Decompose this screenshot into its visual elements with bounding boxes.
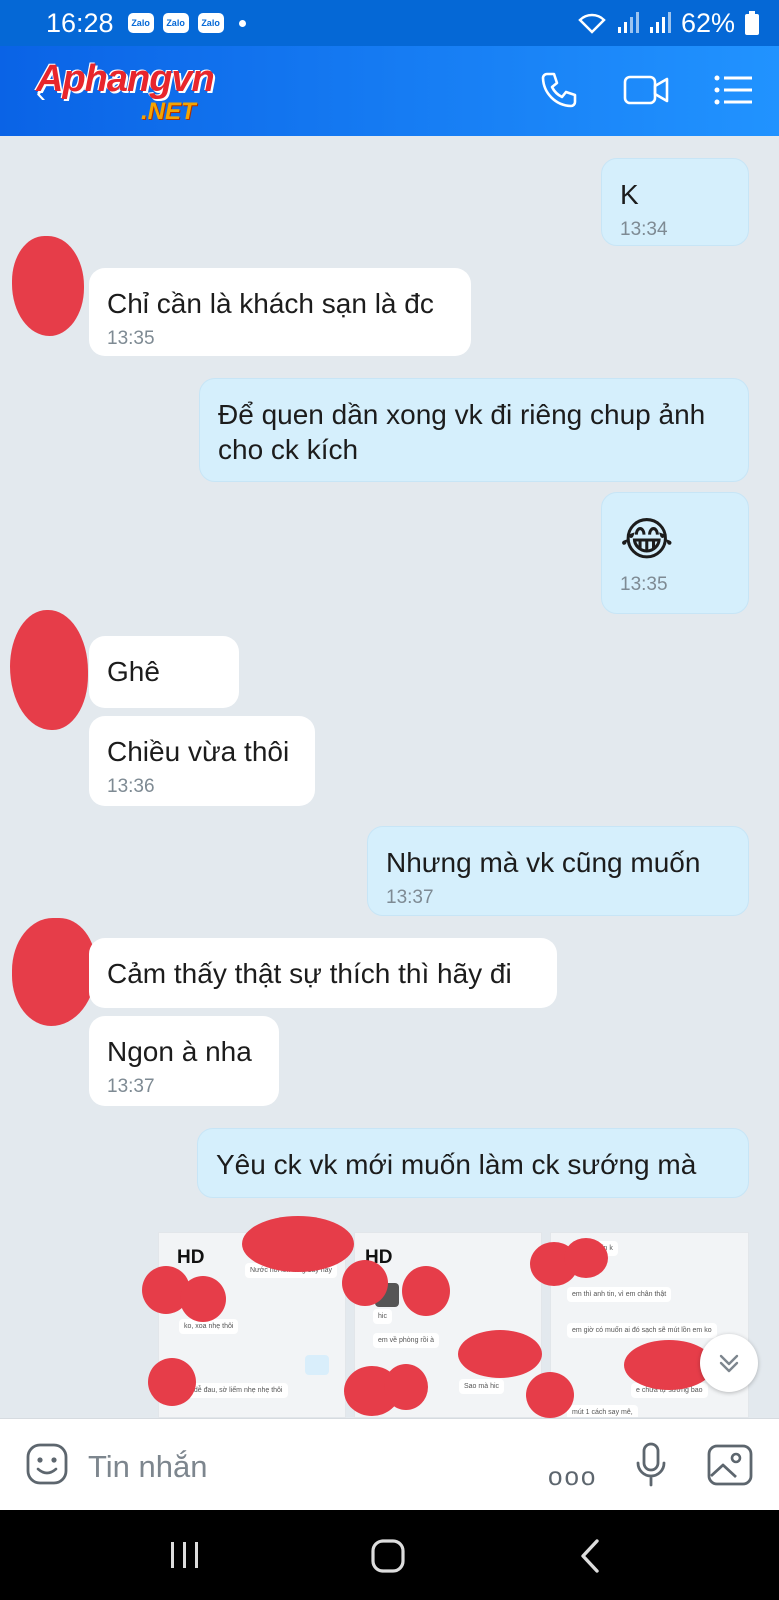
- snippet: mút 1 cách say mê,: [567, 1405, 638, 1417]
- redacted-avatar: [12, 918, 96, 1026]
- redaction-blot: [342, 1260, 388, 1306]
- message-text: Để quen dần xong vk đi riêng chup ảnh ch…: [218, 399, 706, 465]
- redaction-blot: [384, 1364, 428, 1410]
- gallery-icon[interactable]: [706, 1443, 754, 1487]
- redaction-blot: [242, 1216, 354, 1272]
- message-input-bar: Tin nhắn ooo: [0, 1418, 779, 1510]
- redaction-blot: [148, 1358, 196, 1406]
- zalo-notification-icon: Zalo: [162, 13, 189, 33]
- signal-icon: [649, 12, 671, 33]
- message-text: Yêu ck vk mới muốn làm ck sướng mà: [216, 1149, 697, 1180]
- message-text: Cảm thấy thật sự thích thì hãy đi: [107, 958, 512, 989]
- message-bubble-incoming[interactable]: Ghê: [89, 636, 239, 708]
- image-attachments: HD Nước nói lên láng đây này ko, xoa nhẹ…: [142, 1216, 749, 1418]
- message-time: 13:37: [107, 1076, 155, 1097]
- snippet: hic: [373, 1309, 392, 1324]
- message-text: Chỉ cần là khách sạn là đc: [107, 288, 434, 319]
- message-text: Ghê: [107, 656, 160, 687]
- message-bubble-outgoing[interactable]: Để quen dần xong vk đi riêng chup ảnh ch…: [199, 378, 749, 482]
- message-bubble-incoming[interactable]: Chiều vừa thôi 13:36: [89, 716, 315, 806]
- more-notifications-dot-icon: [238, 19, 246, 27]
- redaction-blot: [180, 1276, 226, 1322]
- logo-sub-text: .NET: [141, 98, 196, 125]
- status-time: 16:28: [46, 7, 114, 38]
- message-bubble-outgoing[interactable]: Yêu ck vk mới muốn làm ck sướng mà: [197, 1128, 749, 1198]
- message-time: 13:35: [620, 574, 668, 595]
- hd-badge: HD: [177, 1247, 205, 1268]
- message-input[interactable]: Tin nhắn: [88, 1449, 208, 1485]
- redaction-blot: [458, 1330, 542, 1378]
- phone-icon[interactable]: [537, 68, 581, 112]
- snippet: em về phòng rồi à: [373, 1333, 440, 1348]
- message-bubble-incoming[interactable]: Ngon à nha 13:37: [89, 1016, 279, 1106]
- message-bubble-incoming[interactable]: Cảm thấy thật sự thích thì hãy đi: [89, 938, 557, 1008]
- chat-messages[interactable]: K 13:34 Chỉ cần là khách sạn là đc 13:35…: [0, 136, 779, 1418]
- message-text: K: [620, 179, 639, 210]
- scroll-to-bottom-button[interactable]: [700, 1334, 758, 1392]
- snippet: Sao mà hic: [459, 1379, 505, 1394]
- snippet: n dễ đau, sờ liếm nhẹ nhẹ thôi: [183, 1383, 288, 1398]
- message-text: Nhưng mà vk cũng muốn: [386, 847, 701, 878]
- message-time: 13:35: [107, 328, 155, 349]
- message-text: Ngon à nha: [107, 1036, 252, 1067]
- video-call-icon[interactable]: [621, 68, 671, 112]
- back-icon[interactable]: [578, 1538, 602, 1574]
- logo-main-text: Aphangvn: [36, 58, 215, 100]
- home-icon[interactable]: [370, 1538, 406, 1574]
- message-text: Chiều vừa thôi: [107, 736, 290, 767]
- battery-percent: 62%: [680, 7, 735, 38]
- message-time: 13:37: [386, 887, 434, 908]
- wifi-icon: [578, 13, 606, 34]
- microphone-icon[interactable]: [634, 1441, 668, 1489]
- redacted-avatar: [12, 236, 84, 336]
- battery-icon: [745, 11, 759, 35]
- redaction-blot: [564, 1238, 608, 1278]
- snippet: em giờ có muốn ai đó sạch sẽ mút lồn em …: [567, 1323, 717, 1338]
- redaction-blot: [402, 1266, 450, 1316]
- recent-apps-icon[interactable]: [168, 1540, 202, 1570]
- message-bubble-outgoing[interactable]: K 13:34: [601, 158, 749, 246]
- sticker-icon[interactable]: [24, 1441, 70, 1487]
- redacted-avatar: [10, 610, 88, 730]
- redaction-blot: [526, 1372, 574, 1418]
- menu-list-icon[interactable]: [711, 68, 755, 112]
- watermark-logo: Aphangvn .NET: [36, 58, 276, 128]
- status-right: 62%: [577, 8, 759, 39]
- message-bubble-incoming[interactable]: Chỉ cần là khách sạn là đc 13:35: [89, 268, 471, 356]
- message-time: 13:36: [107, 776, 155, 797]
- signal-icon: [617, 12, 639, 33]
- more-options-icon[interactable]: ooo: [548, 1461, 597, 1492]
- zalo-notification-icon: Zalo: [127, 13, 154, 33]
- zalo-notification-icon: Zalo: [197, 13, 224, 33]
- message-bubble-outgoing[interactable]: Nhưng mà vk cũng muốn 13:37: [367, 826, 749, 916]
- message-bubble-outgoing[interactable]: 😂 13:35: [601, 492, 749, 614]
- chat-header: ‹ Aphangvn .NET: [0, 46, 779, 136]
- snippet-emoji: [305, 1355, 329, 1375]
- emoji-laugh-tears-icon: 😂: [620, 513, 674, 565]
- status-bar: 16:28 Zalo Zalo Zalo 62%: [0, 0, 779, 46]
- snippet: em thì anh tin, vì em chân thật: [567, 1287, 672, 1302]
- header-actions: [537, 68, 755, 112]
- message-time: 13:34: [620, 219, 668, 240]
- system-navigation-bar: [0, 1510, 779, 1600]
- double-chevron-down-icon: [719, 1354, 739, 1373]
